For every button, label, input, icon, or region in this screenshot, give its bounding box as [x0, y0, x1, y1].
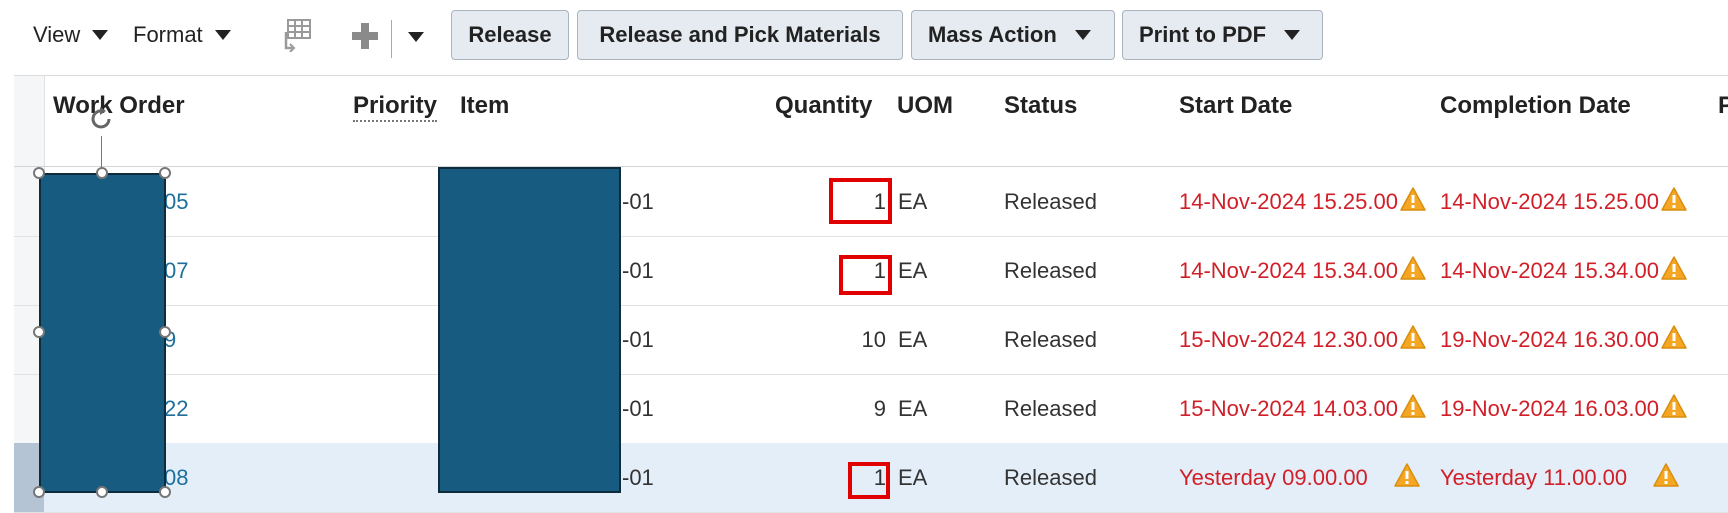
status-cell: Released	[1004, 326, 1097, 352]
format-menu[interactable]: Format	[133, 22, 231, 48]
completion-date-cell: 19-Nov-2024 16.30.00	[1440, 305, 1687, 374]
toolbar-divider	[14, 75, 1728, 76]
completion-date-text: 19-Nov-2024 16.03.00	[1440, 395, 1659, 421]
warning-icon	[1400, 324, 1426, 355]
warning-icon	[1661, 255, 1687, 286]
uom-cell: EA	[898, 326, 928, 352]
highlight-box-quantity	[829, 178, 892, 224]
status-cell: Released	[1004, 395, 1097, 421]
completion-date-text: 19-Nov-2024 16.30.00	[1440, 326, 1659, 352]
status-cell: Released	[1004, 188, 1097, 214]
completion-date-text: 14-Nov-2024 15.34.00	[1440, 257, 1659, 283]
column-header-uom[interactable]: UOM	[897, 92, 953, 120]
item-cell: -01	[622, 257, 654, 283]
resize-handle[interactable]	[33, 326, 45, 338]
release-button[interactable]: Release	[451, 10, 569, 60]
status-cell: Released	[1004, 464, 1097, 490]
table-row[interactable]: 22 -01 9 EA Released 15-Nov-2024 14.03.00 19-N…	[14, 374, 1728, 444]
uom-cell: EA	[898, 464, 928, 490]
start-date-cell: 14-Nov-2024 15.34.00	[1179, 236, 1426, 305]
item-cell: -01	[622, 326, 654, 352]
resize-handle[interactable]	[159, 167, 171, 179]
resize-handle[interactable]	[159, 486, 171, 498]
chevron-down-icon	[1284, 30, 1301, 40]
completion-date-cell: 19-Nov-2024 16.03.00	[1440, 374, 1687, 443]
quantity-cell: 10	[861, 326, 886, 352]
column-header-completion-date[interactable]: Completion Date	[1440, 92, 1631, 120]
table-row[interactable]: 9 -01 10 EA Released 15-Nov-2024 12.30.00 19-N…	[14, 305, 1728, 375]
warning-icon	[1661, 186, 1687, 217]
release-and-pick-materials-label: Release and Pick Materials	[599, 22, 881, 47]
highlight-box-quantity	[848, 462, 890, 499]
chevron-down-icon[interactable]	[408, 32, 424, 42]
uom-cell: EA	[898, 257, 928, 283]
column-header-status[interactable]: Status	[1004, 92, 1077, 120]
warning-icon	[1394, 462, 1420, 493]
view-menu-label: View	[33, 22, 81, 47]
quantity-cell: 9	[873, 395, 886, 421]
chevron-down-icon	[92, 30, 109, 40]
release-button-label: Release	[468, 22, 552, 47]
column-header-work-order[interactable]: Work Order	[53, 92, 185, 120]
start-date-cell: 15-Nov-2024 12.30.00	[1179, 305, 1426, 374]
print-to-pdf-button[interactable]: Print to PDF	[1122, 10, 1323, 60]
redaction-box-item	[438, 167, 621, 493]
uom-cell: EA	[898, 188, 928, 214]
work-order-link[interactable]: 22	[164, 374, 188, 443]
redaction-box-work-order	[39, 173, 166, 493]
start-date-cell: 14-Nov-2024 15.25.00	[1179, 167, 1426, 236]
chevron-down-icon	[214, 30, 231, 40]
completion-date-cell: Yesterday 11.00.00	[1440, 443, 1679, 512]
completion-date-text: Yesterday 11.00.00	[1440, 464, 1628, 490]
resize-handle[interactable]	[96, 167, 108, 179]
column-header-truncated[interactable]: P	[1718, 92, 1728, 120]
warning-icon	[1400, 186, 1426, 217]
resize-handle[interactable]	[33, 486, 45, 498]
mass-action-label: Mass Action	[928, 22, 1057, 47]
print-to-pdf-label: Print to PDF	[1139, 22, 1267, 47]
completion-date-text: 14-Nov-2024 15.25.00	[1440, 188, 1659, 214]
item-cell: -01	[622, 395, 654, 421]
completion-date-cell: 14-Nov-2024 15.25.00	[1440, 167, 1687, 236]
start-date-text: 14-Nov-2024 15.25.00	[1179, 188, 1398, 214]
start-date-cell: Yesterday 09.00.00	[1179, 443, 1420, 512]
warning-icon	[1653, 462, 1679, 493]
uom-cell: EA	[898, 395, 928, 421]
column-header-quantity[interactable]: Quantity	[775, 92, 872, 120]
warning-icon	[1661, 324, 1687, 355]
view-menu[interactable]: View	[33, 22, 109, 48]
freeze-columns-icon[interactable]	[282, 18, 314, 52]
warning-icon	[1400, 255, 1426, 286]
start-date-text: 15-Nov-2024 12.30.00	[1179, 326, 1398, 352]
item-cell: -01	[622, 464, 654, 490]
start-date-text: 14-Nov-2024 15.34.00	[1179, 257, 1398, 283]
completion-date-cell: 14-Nov-2024 15.34.00	[1440, 236, 1687, 305]
start-date-text: Yesterday 09.00.00	[1179, 464, 1368, 490]
work-order-link[interactable]: 08	[164, 443, 188, 512]
item-cell: -01	[622, 188, 654, 214]
warning-icon	[1661, 393, 1687, 424]
toolbar-separator	[391, 20, 392, 58]
chevron-down-icon	[1074, 30, 1091, 40]
column-header-priority[interactable]: Priority	[353, 92, 438, 122]
format-menu-label: Format	[133, 22, 203, 47]
add-icon[interactable]	[351, 22, 379, 50]
highlight-box-quantity	[839, 255, 892, 295]
resize-handle[interactable]	[33, 167, 45, 179]
release-and-pick-materials-button[interactable]: Release and Pick Materials	[577, 10, 903, 60]
start-date-cell: 15-Nov-2024 14.03.00	[1179, 374, 1426, 443]
work-order-link[interactable]: 07	[164, 236, 188, 305]
start-date-text: 15-Nov-2024 14.03.00	[1179, 395, 1398, 421]
resize-handle[interactable]	[96, 486, 108, 498]
status-cell: Released	[1004, 257, 1097, 283]
toolbar: View Format Release Release and Pick Mat…	[0, 0, 1728, 76]
mass-action-button[interactable]: Mass Action	[911, 10, 1115, 60]
column-header-item[interactable]: Item	[460, 92, 509, 120]
rotate-icon[interactable]	[89, 106, 115, 132]
rotate-handle-stem	[101, 136, 102, 168]
resize-handle[interactable]	[159, 326, 171, 338]
column-header-start-date[interactable]: Start Date	[1179, 92, 1292, 120]
warning-icon	[1400, 393, 1426, 424]
